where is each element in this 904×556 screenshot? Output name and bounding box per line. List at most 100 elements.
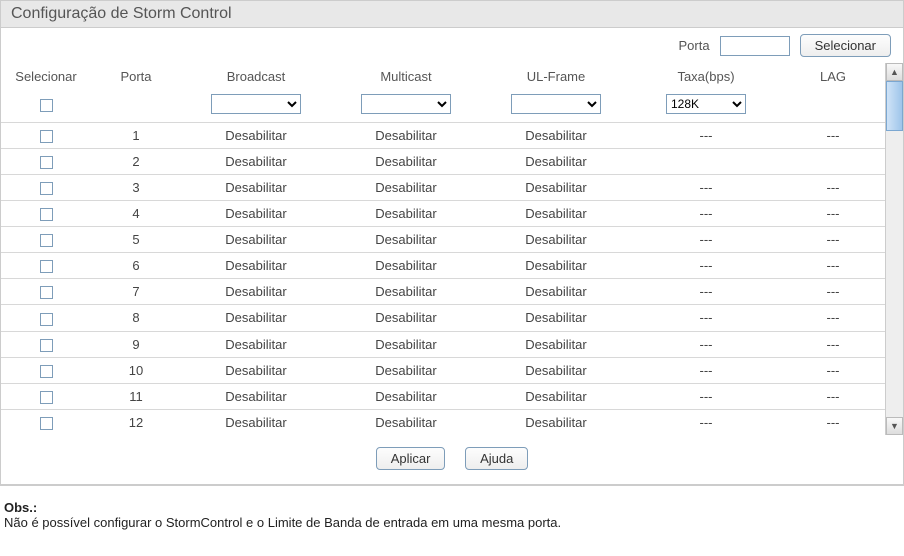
cell-multicast: Desabilitar <box>331 331 481 357</box>
cell-ulframe: Desabilitar <box>481 279 631 305</box>
cell-lag: --- <box>781 253 885 279</box>
cell-port: 6 <box>91 253 181 279</box>
cell-rate: --- <box>631 357 781 383</box>
col-select: Selecionar <box>1 63 91 90</box>
cell-rate: --- <box>631 305 781 331</box>
cell-broadcast: Desabilitar <box>181 253 331 279</box>
cell-multicast: Desabilitar <box>331 253 481 279</box>
cell-rate: --- <box>631 175 781 201</box>
cell-multicast: Desabilitar <box>331 175 481 201</box>
cell-rate: --- <box>631 201 781 227</box>
storm-control-table: Selecionar Porta Broadcast Multicast UL-… <box>1 63 885 435</box>
cell-ulframe: Desabilitar <box>481 201 631 227</box>
cell-ulframe: Desabilitar <box>481 331 631 357</box>
cell-multicast: Desabilitar <box>331 409 481 435</box>
row-checkbox[interactable] <box>40 391 53 404</box>
cell-rate: --- <box>631 279 781 305</box>
broadcast-select[interactable] <box>211 94 301 114</box>
cell-rate: --- <box>631 253 781 279</box>
note-heading: Obs.: <box>4 500 37 515</box>
cell-ulframe: Desabilitar <box>481 357 631 383</box>
table-row: 2DesabilitarDesabilitarDesabilitar <box>1 149 885 175</box>
cell-broadcast: Desabilitar <box>181 175 331 201</box>
table-row: 11DesabilitarDesabilitarDesabilitar-----… <box>1 383 885 409</box>
col-lag: LAG <box>781 63 885 90</box>
cell-broadcast: Desabilitar <box>181 331 331 357</box>
row-checkbox[interactable] <box>40 417 53 430</box>
page-title: Configuração de Storm Control <box>1 1 903 28</box>
table-row: 4DesabilitarDesabilitarDesabilitar------ <box>1 201 885 227</box>
cell-port: 11 <box>91 383 181 409</box>
cell-port: 1 <box>91 123 181 149</box>
row-checkbox[interactable] <box>40 313 53 326</box>
cell-multicast: Desabilitar <box>331 357 481 383</box>
scroll-track[interactable] <box>886 81 903 417</box>
cell-multicast: Desabilitar <box>331 149 481 175</box>
cell-lag: --- <box>781 409 885 435</box>
port-input[interactable] <box>720 36 790 56</box>
scroll-up-arrow-icon[interactable]: ▲ <box>886 63 903 81</box>
col-port: Porta <box>91 63 181 90</box>
row-checkbox[interactable] <box>40 339 53 352</box>
row-checkbox[interactable] <box>40 156 53 169</box>
table-row: 3DesabilitarDesabilitarDesabilitar------ <box>1 175 885 201</box>
cell-broadcast: Desabilitar <box>181 279 331 305</box>
scroll-thumb[interactable] <box>886 81 903 131</box>
col-ulframe: UL-Frame <box>481 63 631 90</box>
row-checkbox[interactable] <box>40 182 53 195</box>
row-checkbox[interactable] <box>40 234 53 247</box>
cell-port: 9 <box>91 331 181 357</box>
row-checkbox[interactable] <box>40 286 53 299</box>
table-row: 8DesabilitarDesabilitarDesabilitar------ <box>1 305 885 331</box>
cell-lag: --- <box>781 175 885 201</box>
cell-rate: --- <box>631 383 781 409</box>
rate-select[interactable]: 128K <box>666 94 746 114</box>
table-row: 10DesabilitarDesabilitarDesabilitar-----… <box>1 357 885 383</box>
select-all-checkbox[interactable] <box>40 99 53 112</box>
help-button[interactable]: Ajuda <box>465 447 528 470</box>
row-checkbox[interactable] <box>40 130 53 143</box>
cell-broadcast: Desabilitar <box>181 123 331 149</box>
cell-port: 2 <box>91 149 181 175</box>
cell-lag: --- <box>781 383 885 409</box>
cell-ulframe: Desabilitar <box>481 123 631 149</box>
cell-lag: --- <box>781 357 885 383</box>
cell-lag: --- <box>781 331 885 357</box>
cell-port: 10 <box>91 357 181 383</box>
cell-multicast: Desabilitar <box>331 305 481 331</box>
ulframe-select[interactable] <box>511 94 601 114</box>
col-multicast: Multicast <box>331 63 481 90</box>
cell-lag: --- <box>781 305 885 331</box>
cell-broadcast: Desabilitar <box>181 227 331 253</box>
col-rate: Taxa(bps) <box>631 63 781 90</box>
cell-multicast: Desabilitar <box>331 279 481 305</box>
apply-button[interactable]: Aplicar <box>376 447 446 470</box>
cell-rate <box>631 149 781 175</box>
cell-port: 4 <box>91 201 181 227</box>
row-checkbox[interactable] <box>40 260 53 273</box>
table-row: 12DesabilitarDesabilitarDesabilitar-----… <box>1 409 885 435</box>
note-section: Obs.: Não é possível configurar o StormC… <box>0 485 904 540</box>
scroll-down-arrow-icon[interactable]: ▼ <box>886 417 903 435</box>
cell-lag: --- <box>781 201 885 227</box>
cell-ulframe: Desabilitar <box>481 227 631 253</box>
row-checkbox[interactable] <box>40 208 53 221</box>
table-row: 9DesabilitarDesabilitarDesabilitar------ <box>1 331 885 357</box>
row-checkbox[interactable] <box>40 365 53 378</box>
cell-ulframe: Desabilitar <box>481 253 631 279</box>
vertical-scrollbar[interactable]: ▲ ▼ <box>885 63 903 435</box>
cell-port: 3 <box>91 175 181 201</box>
cell-broadcast: Desabilitar <box>181 201 331 227</box>
table-row: 7DesabilitarDesabilitarDesabilitar------ <box>1 279 885 305</box>
table-row: 6DesabilitarDesabilitarDesabilitar------ <box>1 253 885 279</box>
note-text: Não é possível configurar o StormControl… <box>4 515 561 530</box>
select-button[interactable]: Selecionar <box>800 34 891 57</box>
cell-ulframe: Desabilitar <box>481 409 631 435</box>
cell-lag: --- <box>781 227 885 253</box>
port-label: Porta <box>678 38 709 53</box>
multicast-select[interactable] <box>361 94 451 114</box>
cell-port: 12 <box>91 409 181 435</box>
cell-rate: --- <box>631 331 781 357</box>
cell-ulframe: Desabilitar <box>481 175 631 201</box>
cell-ulframe: Desabilitar <box>481 305 631 331</box>
